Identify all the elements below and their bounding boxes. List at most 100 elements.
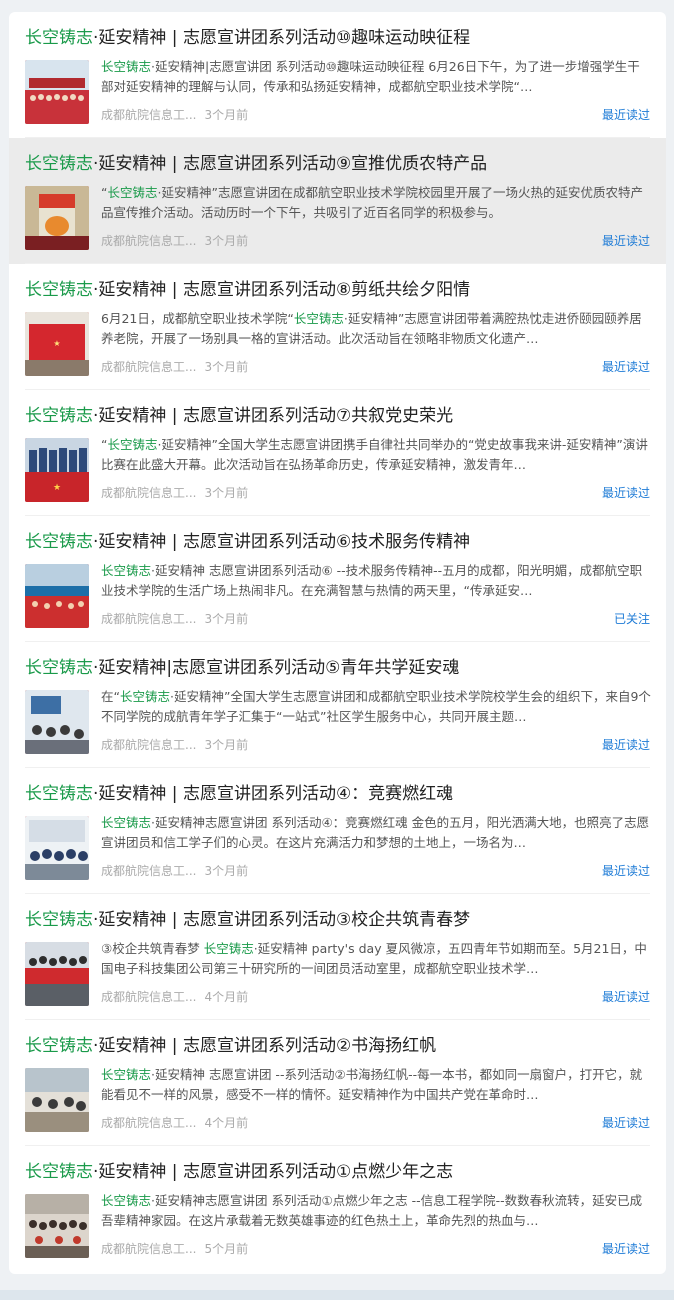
article-thumbnail[interactable] [25,1068,89,1132]
article-summary: “长空铸志·延安精神”志愿宣讲团在成都航空职业技术学院校园里开展了一场火热的延安… [101,183,651,223]
article-thumbnail[interactable]: ★ [25,312,89,376]
article-source[interactable]: 成都航院信息工... [101,234,196,248]
summary-text: ·延安精神”志愿宣讲团在成都航空职业技术学院校园里开展了一场火热的延安优质农特产… [101,185,643,220]
read-status-badge[interactable]: 最近读过 [602,358,650,375]
thumbnail-banner: ★ [25,312,89,376]
title-text: ·延安精神 | 志愿宣讲团系列活动⑦共叙党史荣光 [93,406,454,426]
article-summary: ③校企共筑青春梦 长空铸志·延安精神 party's day 夏风微凉，五四青年… [101,939,651,979]
read-status-badge[interactable]: 最近读过 [602,484,650,501]
article-thumbnail[interactable] [25,564,89,628]
article-time: 4个月前 [204,990,249,1004]
article-summary: 长空铸志·延安精神志愿宣讲团 系列活动①点燃少年之志 --信息工程学院--数数春… [101,1191,651,1231]
article-title[interactable]: 长空铸志·延安精神|志愿宣讲团系列活动⑤青年共学延安魂 [25,656,655,680]
thumbnail-library [25,1068,89,1132]
article-thumbnail[interactable] [25,942,89,1006]
article-source[interactable]: 成都航院信息工... [101,1116,196,1130]
article-summary: 长空铸志·延安精神 志愿宣讲团 --系列活动②书海扬红帆--每一本书，都如同一扇… [101,1065,651,1105]
summary-text: ·延安精神志愿宣讲团 系列活动①点燃少年之志 --信息工程学院--数数春秋流转，… [101,1193,643,1228]
article-time: 3个月前 [204,864,249,878]
summary-keyword: 长空铸志 [101,563,152,578]
article-time: 5个月前 [204,1242,249,1256]
title-text: ·延安精神 | 志愿宣讲团系列活动⑨宣推优质农特产品 [93,154,488,174]
article-item[interactable]: 长空铸志·延安精神 | 志愿宣讲团系列活动⑥技术服务传精神 长空铸志·延安精神 志… [9,516,666,642]
article-source[interactable]: 成都航院信息工... [101,360,196,374]
article-source[interactable]: 成都航院信息工... [101,108,196,122]
article-title[interactable]: 长空铸志·延安精神 | 志愿宣讲团系列活动③校企共筑青春梦 [25,908,655,932]
summary-text: ·延安精神志愿宣讲团 系列活动④：竞赛燃红魂 金色的五月，阳光洒满大地，也照亮了… [101,815,650,850]
title-keyword: 长空铸志 [25,154,93,174]
article-meta: 成都航院信息工... 3个月前 [101,358,248,375]
article-meta: 成都航院信息工... 4个月前 [101,1114,248,1131]
summary-keyword: 长空铸志 [107,437,158,452]
summary-keyword: 长空铸志 [203,941,254,956]
article-source[interactable]: 成都航院信息工... [101,738,196,752]
thumbnail-stage: ★ [25,438,89,502]
article-meta: 成都航院信息工... 3个月前 [101,232,248,249]
summary-keyword: 长空铸志 [107,185,158,200]
title-keyword: 长空铸志 [25,280,93,300]
article-thumbnail[interactable]: ★ [25,438,89,502]
title-text: ·延安精神 | 志愿宣讲团系列活动⑥技术服务传精神 [93,532,471,552]
title-text: ·延安精神 | 志愿宣讲团系列活动②书海扬红帆 [93,1036,437,1056]
svg-text:★: ★ [53,483,61,493]
article-source[interactable]: 成都航院信息工... [101,990,196,1004]
article-item[interactable]: 长空铸志·延安精神 | 志愿宣讲团系列活动⑦共叙党史荣光 ★ “长空铸志·延安精神”… [9,390,666,516]
article-thumbnail[interactable] [25,816,89,880]
article-thumbnail[interactable] [25,1194,89,1258]
article-time: 3个月前 [204,360,249,374]
article-summary: 长空铸志·延安精神 志愿宣讲团系列活动⑥ --技术服务传精神--五月的成都，阳光… [101,561,651,601]
title-text: ·延安精神 | 志愿宣讲团系列活动⑩趣味运动映征程 [93,28,471,48]
article-meta: 成都航院信息工... 3个月前 [101,862,248,879]
article-thumbnail[interactable] [25,186,89,250]
article-item[interactable]: 长空铸志·延安精神 | 志愿宣讲团系列活动⑨宣推优质农特产品 “长空铸志·延安精神… [9,138,666,264]
article-summary: “长空铸志·延安精神”全国大学生志愿宣讲团携手自律社共同举办的“党史故事我来讲-… [101,435,651,475]
article-title[interactable]: 长空铸志·延安精神 | 志愿宣讲团系列活动⑥技术服务传精神 [25,530,655,554]
read-status-badge[interactable]: 最近读过 [602,736,650,753]
read-status-badge[interactable]: 最近读过 [602,1240,650,1257]
article-summary: 6月21日，成都航空职业技术学院“长空铸志·延安精神”志愿宣讲团带着满腔热忱走进… [101,309,651,349]
article-item[interactable]: 长空铸志·延安精神 | 志愿宣讲团系列活动⑧剪纸共绘夕阳情 ★ 6月21日，成都航空… [9,264,666,390]
thumbnail-audience [25,1194,89,1258]
article-title[interactable]: 长空铸志·延安精神 | 志愿宣讲团系列活动①点燃少年之志 [25,1160,655,1184]
read-status-badge[interactable]: 最近读过 [602,106,650,123]
article-item[interactable]: 长空铸志·延安精神 | 志愿宣讲团系列活动④：竞赛燃红魂 长空铸志·延安精神志愿宣… [9,768,666,894]
article-time: 3个月前 [204,486,249,500]
summary-text: ·延安精神 志愿宣讲团系列活动⑥ --技术服务传精神--五月的成都，阳光明媚，成… [101,563,643,598]
article-item[interactable]: 长空铸志·延安精神 | 志愿宣讲团系列活动③校企共筑青春梦 ③校企共筑青春梦 长空… [9,894,666,1020]
article-title[interactable]: 长空铸志·延安精神 | 志愿宣讲团系列活动②书海扬红帆 [25,1034,655,1058]
read-status-badge[interactable]: 最近读过 [602,1114,650,1131]
article-source[interactable]: 成都航院信息工... [101,486,196,500]
article-time: 4个月前 [204,1116,249,1130]
summary-keyword: 长空铸志 [293,311,344,326]
article-source[interactable]: 成都航院信息工... [101,612,196,626]
article-item[interactable]: 长空铸志·延安精神 | 志愿宣讲团系列活动②书海扬红帆长空铸志·延安精神 志愿宣… [9,1020,666,1146]
read-status-badge[interactable]: 已关注 [614,610,650,627]
summary-prefix: 在“ [101,689,120,704]
summary-text: ·延安精神”全国大学生志愿宣讲团和成都航空职业技术学院校学生会的组织下，来自9个… [101,689,651,724]
article-item[interactable]: 长空铸志·延安精神 | 志愿宣讲团系列活动⑩趣味运动映征程 长空铸志·延安精神|志… [9,12,666,138]
title-keyword: 长空铸志 [25,406,93,426]
article-summary: 在“长空铸志·延安精神”全国大学生志愿宣讲团和成都航空职业技术学院校学生会的组织… [101,687,651,727]
title-keyword: 长空铸志 [25,1162,93,1182]
summary-keyword: 长空铸志 [101,59,152,74]
article-title[interactable]: 长空铸志·延安精神 | 志愿宣讲团系列活动⑨宣推优质农特产品 [25,152,655,176]
read-status-badge[interactable]: 最近读过 [602,232,650,249]
article-item[interactable]: 长空铸志·延安精神 | 志愿宣讲团系列活动①点燃少年之志 长空铸志·延安精神志愿宣… [9,1146,666,1272]
article-title[interactable]: 长空铸志·延安精神 | 志愿宣讲团系列活动⑩趣味运动映征程 [25,26,655,50]
read-status-badge[interactable]: 最近读过 [602,988,650,1005]
article-source[interactable]: 成都航院信息工... [101,1242,196,1256]
article-title[interactable]: 长空铸志·延安精神 | 志愿宣讲团系列活动⑦共叙党史荣光 [25,404,655,428]
article-title[interactable]: 长空铸志·延安精神 | 志愿宣讲团系列活动④：竞赛燃红魂 [25,782,655,806]
thumbnail-classroom [25,690,89,754]
article-item[interactable]: 长空铸志·延安精神|志愿宣讲团系列活动⑤青年共学延安魂在“长空铸志·延安精神”全… [9,642,666,768]
article-thumbnail[interactable] [25,60,89,124]
article-time: 3个月前 [204,738,249,752]
article-source[interactable]: 成都航院信息工... [101,864,196,878]
read-status-badge[interactable]: 最近读过 [602,862,650,879]
article-thumbnail[interactable] [25,690,89,754]
thumbnail-product [25,186,89,250]
summary-text: ·延安精神 志愿宣讲团 --系列活动②书海扬红帆--每一本书，都如同一扇窗户，打… [101,1067,643,1102]
article-title[interactable]: 长空铸志·延安精神 | 志愿宣讲团系列活动⑧剪纸共绘夕阳情 [25,278,655,302]
title-text: ·延安精神 | 志愿宣讲团系列活动⑧剪纸共绘夕阳情 [93,280,471,300]
thumbnail-meeting [25,816,89,880]
